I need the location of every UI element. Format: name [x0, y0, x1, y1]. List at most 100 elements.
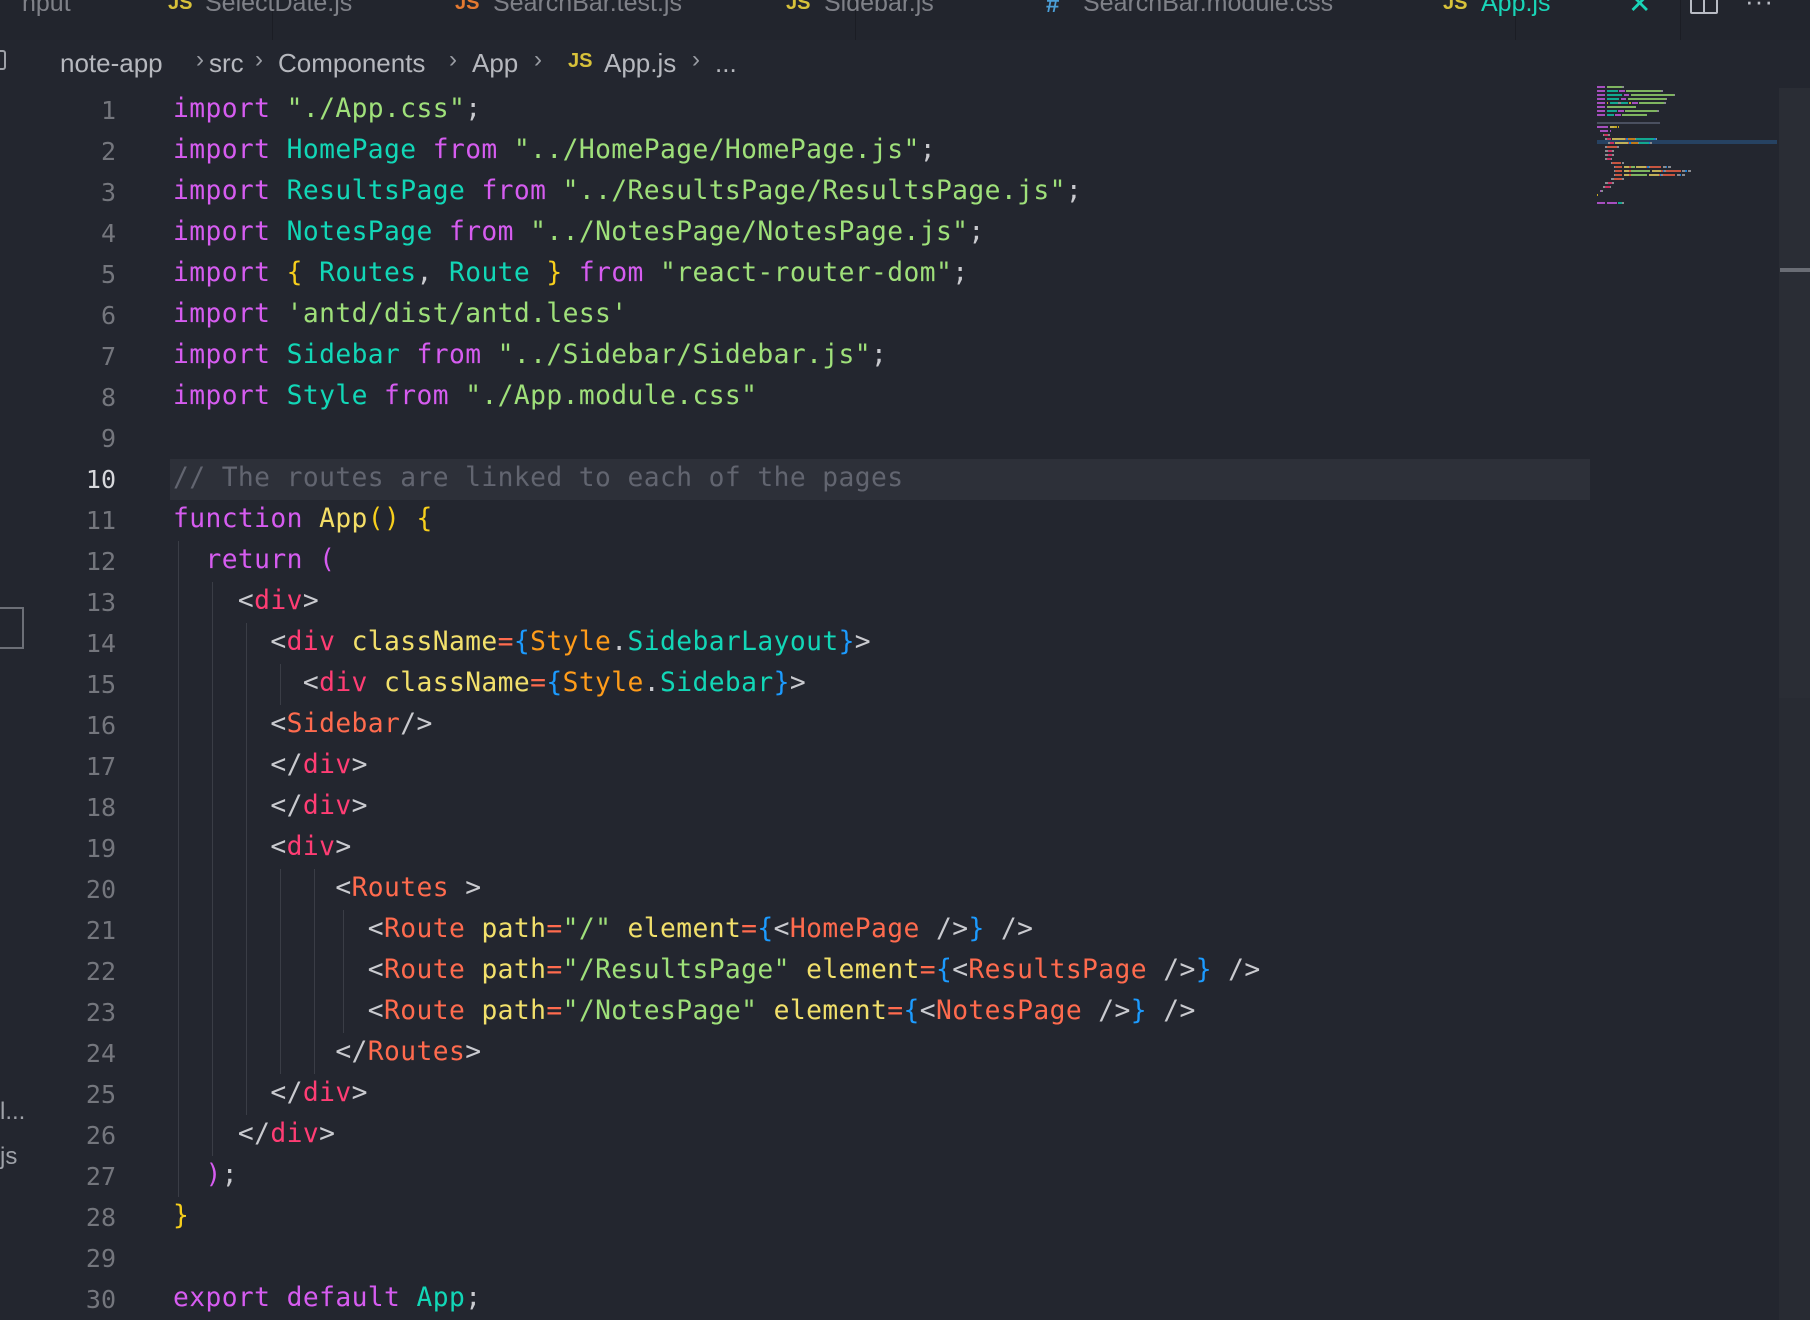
code-line[interactable]: 10 // The routes are linked to each of th…: [0, 459, 1590, 500]
minimap-token: [1622, 86, 1624, 88]
breadcrumb-item-more[interactable]: ...: [715, 48, 737, 79]
code-line[interactable]: 4 import NotesPage from "../NotesPage/Not…: [0, 213, 1590, 254]
minimap-token: [1615, 166, 1623, 168]
code-line[interactable]: 27 );: [0, 1156, 1590, 1197]
code-line[interactable]: 30 export default App;: [0, 1279, 1590, 1320]
code-line[interactable]: 1 import "./App.css";: [0, 90, 1590, 131]
breadcrumb-item-app[interactable]: App: [472, 48, 518, 79]
minimap-token: [1651, 170, 1662, 172]
tab-searchbar-test[interactable]: JS SearchBar.test.js: [440, 0, 770, 40]
minimap-token: [1664, 102, 1666, 104]
scrollbar-slider[interactable]: [1779, 88, 1810, 698]
breadcrumb-item-note-app[interactable]: note-app: [60, 48, 163, 79]
code-line[interactable]: 20 <Routes >: [0, 869, 1590, 910]
code-line[interactable]: 13 <div>: [0, 582, 1590, 623]
code-line[interactable]: 3 import ResultsPage from "../ResultsPage…: [0, 172, 1590, 213]
minimap-token: [1606, 102, 1609, 104]
code-line[interactable]: 26 </div>: [0, 1115, 1590, 1156]
code-line[interactable]: 28}: [0, 1197, 1590, 1238]
minimap-token: [1597, 86, 1606, 88]
minimap-token: [1606, 138, 1611, 140]
code-text: </div>: [173, 1078, 368, 1108]
close-tab-icon[interactable]: ✕: [1628, 0, 1651, 18]
code-line[interactable]: 23 <Route path="/NotesPage" element={<No…: [0, 992, 1590, 1033]
line-number: 2: [100, 137, 116, 166]
split-editor-icon[interactable]: [1690, 0, 1718, 14]
code-line[interactable]: 7 import Sidebar from "../Sidebar/Sidebar…: [0, 336, 1590, 377]
breadcrumb-item-components[interactable]: Components: [278, 48, 425, 79]
minimap-token: [1612, 182, 1614, 184]
code-line[interactable]: 21 <Route path="/" element={<HomePage />…: [0, 910, 1590, 951]
code-line[interactable]: 14 <div className={Style.SidebarLayout}>: [0, 623, 1590, 664]
code-line[interactable]: 16 <Sidebar/>: [0, 705, 1590, 746]
minimap-token: [1606, 98, 1620, 100]
minimap-token: [1612, 138, 1625, 140]
code-line[interactable]: 24 </Routes>: [0, 1033, 1590, 1074]
tab-app-js[interactable]: JS App.js ✕: [1440, 0, 1680, 40]
code-line[interactable]: 6 import 'antd/dist/antd.less': [0, 295, 1590, 336]
code-line[interactable]: 25 </div>: [0, 1074, 1590, 1115]
breadcrumb-item-app-js[interactable]: App.js: [604, 48, 676, 79]
minimap-token: [1668, 166, 1672, 168]
minimap-token: [1615, 170, 1623, 172]
line-number: 25: [85, 1080, 116, 1109]
code-line[interactable]: 12 return (: [0, 541, 1590, 582]
minimap-token: [1606, 90, 1618, 92]
js-file-icon: JS: [168, 0, 193, 14]
code-line[interactable]: 22 <Route path="/ResultsPage" element={<…: [0, 951, 1590, 992]
minimap-token: [1661, 90, 1663, 92]
minimap[interactable]: [1597, 86, 1777, 216]
line-number: 12: [85, 547, 116, 576]
minimap-token: [1630, 166, 1635, 168]
code-text: import Sidebar from "../Sidebar/Sidebar.…: [173, 340, 888, 370]
minimap-token: [1608, 134, 1610, 136]
code-text: import 'antd/dist/antd.less': [173, 299, 628, 329]
panel-edge-icon: [0, 50, 6, 70]
indent-guide: [280, 869, 281, 1074]
left-panel-text: js: [0, 1143, 18, 1170]
css-file-icon: #: [1046, 0, 1060, 18]
minimap-token: [1597, 202, 1606, 204]
minimap-token: [1655, 138, 1658, 140]
code-line[interactable]: 19 <div>: [0, 828, 1590, 869]
minimap-token: [1688, 170, 1691, 172]
scrollbar-cursor-marker: [1780, 268, 1810, 272]
code-text: return (: [205, 545, 336, 575]
tab-selectdate[interactable]: JS SelectDate.js: [140, 0, 440, 40]
code-line[interactable]: 17 </div>: [0, 746, 1590, 787]
tab-sidebar[interactable]: JS Sidebar.js: [770, 0, 1020, 40]
code-line[interactable]: 29: [0, 1238, 1590, 1279]
minimap-token: [1630, 94, 1674, 96]
code-text: }: [173, 1201, 190, 1231]
js-file-icon: JS: [1443, 0, 1468, 14]
more-actions-icon[interactable]: ···: [1745, 0, 1774, 17]
minimap-token: [1650, 166, 1662, 168]
minimap-token: [1629, 102, 1631, 104]
minimap-token: [1601, 190, 1603, 192]
line-number: 18: [85, 793, 116, 822]
minimap-token: [1597, 106, 1606, 108]
breadcrumb-item-src[interactable]: src: [209, 48, 244, 79]
left-panel-text: l...: [0, 1098, 26, 1125]
minimap-token: [1625, 110, 1658, 112]
minimap-token: [1636, 166, 1646, 168]
code-line[interactable]: 18 </div>: [0, 787, 1590, 828]
minimap-token: [1685, 170, 1687, 172]
code-line[interactable]: 5 import { Routes, Route } from "react-ro…: [0, 254, 1590, 295]
code-line[interactable]: 11 function App() {: [0, 500, 1590, 541]
code-editor[interactable]: 1 import "./App.css"; 2 import HomePage fro…: [0, 88, 1780, 1320]
code-line[interactable]: 9: [0, 418, 1590, 459]
minimap-token: [1619, 90, 1625, 92]
line-number: 27: [85, 1162, 116, 1191]
code-text: );: [205, 1160, 238, 1190]
tab-searchbar-module-css[interactable]: # SearchBar.module.css: [1030, 0, 1430, 40]
line-number: 22: [85, 957, 116, 986]
code-line[interactable]: 2 import HomePage from "../HomePage/HomeP…: [0, 131, 1590, 172]
minimap-token: [1597, 90, 1606, 92]
code-text: <Routes >: [173, 873, 482, 903]
code-line[interactable]: 15 <div className={Style.Sidebar}>: [0, 664, 1590, 705]
minimap-token: [1597, 126, 1609, 128]
indent-guide: [178, 541, 179, 1197]
code-line[interactable]: 8 import Style from "./App.module.css": [0, 377, 1590, 418]
line-number: 4: [100, 219, 116, 248]
